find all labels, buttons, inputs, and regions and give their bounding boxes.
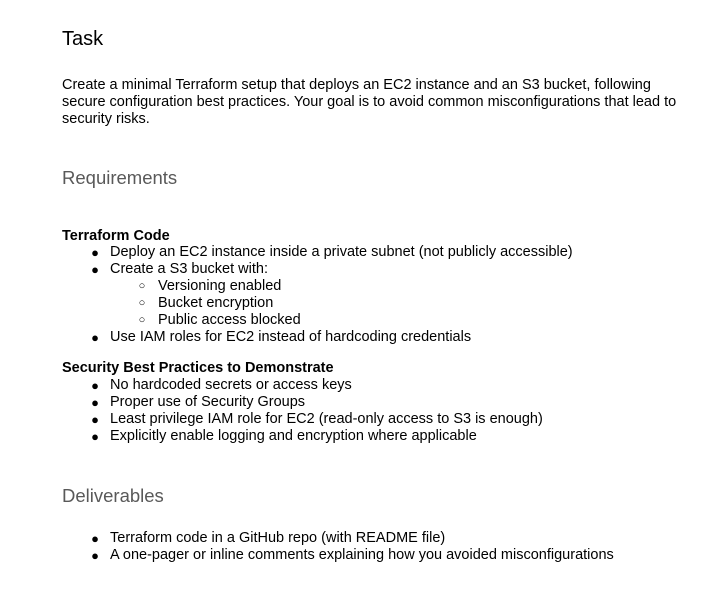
hollow-bullet-icon: ○ [138,314,146,326]
task-intro-paragraph: Create a minimal Terraform setup that de… [62,77,677,127]
list-item-text: No hardcoded secrets or access keys [110,377,352,393]
list-item-text: Use IAM roles for EC2 instead of hardcod… [110,329,472,345]
bullet-icon: ● [91,429,99,444]
list-item-text: Bucket encryption [158,295,274,311]
bullet-icon: ● [91,531,99,546]
deliverables-list: ● Terraform code in a GitHub repo (with … [91,530,614,564]
list-item: ● Create a S3 bucket with: [91,261,573,278]
list-item: ○ Bucket encryption [139,295,301,312]
bullet-icon: ● [91,245,99,260]
bullet-icon: ● [91,330,99,345]
list-item: ○ Public access blocked [139,312,301,329]
security-practices-heading: Security Best Practices to Demonstrate [62,360,334,376]
bullet-icon: ● [91,262,99,277]
s3-bucket-sublist: ○ Versioning enabled ○ Bucket encryption… [139,278,301,329]
list-item-text: A one-pager or inline comments explainin… [110,547,614,563]
list-item: ● Terraform code in a GitHub repo (with … [91,530,614,547]
requirements-heading: Requirements [62,167,178,188]
security-practices-list: ● No hardcoded secrets or access keys ● … [91,377,543,445]
list-item: ● Proper use of Security Groups [91,394,543,411]
list-item-text: Create a S3 bucket with: [110,261,268,277]
terraform-code-list-continued: ● Use IAM roles for EC2 instead of hardc… [91,329,472,346]
list-item-text: Deploy an EC2 instance inside a private … [110,244,573,260]
list-item: ● Deploy an EC2 instance inside a privat… [91,244,573,261]
deliverables-heading: Deliverables [62,485,164,506]
list-item-text: Proper use of Security Groups [110,394,306,410]
list-item: ● A one-pager or inline comments explain… [91,547,614,564]
bullet-icon: ● [91,412,99,427]
list-item: ● Explicitly enable logging and encrypti… [91,428,543,445]
list-item: ● Use IAM roles for EC2 instead of hardc… [91,329,472,346]
list-item: ○ Versioning enabled [139,278,301,295]
list-item-text: Explicitly enable logging and encryption… [110,428,477,444]
terraform-code-heading: Terraform Code [62,228,170,244]
bullet-icon: ● [91,395,99,410]
bullet-icon: ● [91,378,99,393]
terraform-code-list: ● Deploy an EC2 instance inside a privat… [91,244,573,278]
document-page: Task Create a minimal Terraform setup th… [0,0,720,596]
list-item-text: Terraform code in a GitHub repo (with RE… [110,530,446,546]
bullet-icon: ● [91,548,99,563]
hollow-bullet-icon: ○ [138,280,146,292]
task-heading: Task [62,28,104,50]
list-item: ● No hardcoded secrets or access keys [91,377,543,394]
list-item: ● Least privilege IAM role for EC2 (read… [91,411,543,428]
hollow-bullet-icon: ○ [138,297,146,309]
list-item-text: Public access blocked [158,312,301,328]
list-item-text: Versioning enabled [158,278,282,294]
list-item-text: Least privilege IAM role for EC2 (read-o… [110,411,543,427]
